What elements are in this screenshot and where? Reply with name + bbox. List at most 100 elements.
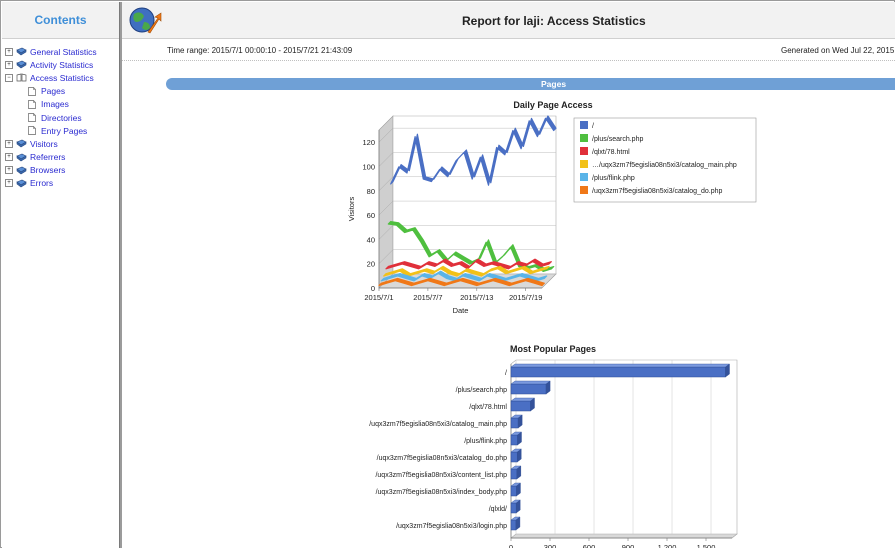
book-icon (16, 166, 27, 175)
x-tick-label: 2015/7/7 (413, 293, 442, 302)
report-title: Report for laji: Access Statistics (462, 14, 646, 28)
sidebar-item-label[interactable]: Directories (41, 113, 82, 123)
section-bar: Pages (166, 78, 895, 90)
y-tick-label: 80 (367, 187, 375, 196)
x-tick-label: 1,200 (658, 543, 677, 548)
sidebar-item-label[interactable]: Referrers (30, 152, 65, 162)
x-tick-label: 2015/7/13 (460, 293, 493, 302)
sidebar-item[interactable]: Entry Pages (2, 124, 119, 137)
book-icon (16, 179, 27, 188)
bar-top (510, 363, 731, 368)
page-icon (28, 113, 36, 122)
sidebar-item[interactable]: + Activity Statistics (2, 58, 119, 71)
chart-title: Most Popular Pages (510, 344, 596, 354)
legend-swatch (580, 147, 588, 155)
open-book-icon (16, 74, 27, 82)
x-tick-label: 300 (544, 543, 557, 548)
expand-icon[interactable]: + (5, 166, 13, 175)
sidebar-item-label[interactable]: Images (41, 99, 69, 109)
sidebar-item-label[interactable]: Errors (30, 178, 53, 188)
sidebar-item-label[interactable]: Visitors (30, 139, 58, 149)
y-tick-label: 60 (367, 211, 375, 220)
x-tick-label: 0 (509, 543, 513, 548)
section-title: Pages (541, 79, 567, 89)
y-tick-label: 40 (367, 235, 375, 244)
bar (510, 451, 518, 463)
daily-page-access-chart: Daily Page Access 0 20 40 60 80 100 120 2015/7/1… (347, 100, 757, 315)
legend-entry: / (592, 123, 594, 130)
separator (122, 60, 895, 61)
expand-icon[interactable]: + (5, 60, 13, 69)
bar (510, 468, 518, 480)
legend-entry: /plus/flink.php (592, 175, 635, 182)
most-popular-pages-chart: Most Popular Pages 0 300 600 900 1,200 1,500 / /… (369, 344, 738, 548)
sidebar-item-label[interactable]: General Statistics (30, 47, 97, 57)
bar (510, 383, 547, 395)
sidebar-item[interactable]: + Referrers (2, 151, 119, 164)
legend-swatch (580, 173, 588, 181)
category-label: /uqx3zm7f5egislia08n5xi3/content_list.ph… (375, 472, 507, 479)
sidebar-item[interactable]: Directories (2, 111, 119, 124)
generated-date: Generated on Wed Jul 22, 2015 (781, 46, 895, 55)
report-header: Report for laji: Access Statistics (122, 2, 895, 39)
sidebar-item[interactable]: + General Statistics (2, 45, 119, 58)
legend-entry: /qlxt/78.html (592, 149, 630, 156)
expand-icon[interactable]: + (5, 153, 13, 162)
book-icon (16, 60, 27, 69)
sidebar-item[interactable]: + Browsers (2, 164, 119, 177)
y-tick-label: 100 (362, 162, 375, 171)
category-label: /uqx3zm7f5egislia08n5xi3/catalog_main.ph… (369, 421, 507, 428)
x-tick-label: 2015/7/1 (364, 293, 393, 302)
report-pane: Report for laji: Access Statistics Time … (122, 2, 895, 548)
collapse-icon[interactable]: − (5, 73, 13, 82)
bar (510, 366, 726, 378)
x-tick-label: 2015/7/19 (509, 293, 542, 302)
category-label: / (505, 370, 507, 377)
bar (510, 485, 517, 497)
sidebar-item-label[interactable]: Activity Statistics (30, 60, 93, 70)
category-label: /plus/search.php (456, 387, 507, 394)
time-range: Time range: 2015/7/1 00:00:10 - 2015/7/2… (167, 46, 353, 55)
category-label: /uqx3zm7f5egislia08n5xi3/index_body.php (376, 489, 508, 496)
report-window: Contents + General Statistics + Activity St… (0, 0, 895, 548)
sidebar-item[interactable]: + Visitors (2, 137, 119, 150)
expand-icon[interactable]: + (5, 179, 13, 188)
sidebar-item[interactable]: Images (2, 98, 119, 111)
bar (510, 400, 531, 412)
legend-swatch (580, 121, 588, 129)
chart-side-wall (378, 115, 394, 289)
category-label: /plus/flink.php (464, 438, 507, 445)
expand-icon[interactable]: + (5, 139, 13, 148)
bar (510, 502, 517, 514)
sidebar-item[interactable]: − Access Statistics (2, 71, 119, 84)
contents-title: Contents (34, 13, 87, 27)
expand-icon[interactable]: + (5, 47, 13, 56)
y-tick-label: 20 (367, 260, 375, 269)
category-label: /uqx3zm7f5egislia08n5xi3/catalog_do.php (377, 455, 507, 462)
bar-top (510, 380, 551, 385)
sidebar-item[interactable]: + Errors (2, 177, 119, 190)
globe-logo-icon (129, 7, 162, 34)
sidebar-item[interactable]: Pages (2, 85, 119, 98)
x-tick-label: 600 (583, 543, 596, 548)
y-tick-label: 120 (362, 138, 375, 147)
category-label: /uqx3zm7f5egislia08n5xi3/login.php (396, 523, 507, 530)
bar (510, 434, 518, 446)
sidebar-item-label[interactable]: Access Statistics (30, 73, 94, 83)
chart-floor (510, 533, 738, 539)
sidebar-item-label[interactable]: Entry Pages (41, 126, 87, 136)
category-label: /qlxld/ (489, 506, 507, 513)
category-label: /qlxt/78.html (469, 404, 507, 411)
legend-swatch (580, 186, 588, 194)
sidebar-item-label[interactable]: Browsers (30, 165, 65, 175)
page-icon (28, 86, 36, 96)
legend-swatch (580, 160, 588, 168)
contents-tree: + General Statistics + Activity Statistics −… (2, 39, 119, 190)
contents-header: Contents (2, 2, 119, 39)
page-icon (28, 99, 36, 109)
y-axis-label: Visitors (347, 197, 356, 222)
sidebar-item-label[interactable]: Pages (41, 86, 65, 96)
legend-entry: /plus/search.php (592, 136, 643, 143)
chart-title: Daily Page Access (513, 100, 592, 110)
page-icon (28, 126, 36, 136)
